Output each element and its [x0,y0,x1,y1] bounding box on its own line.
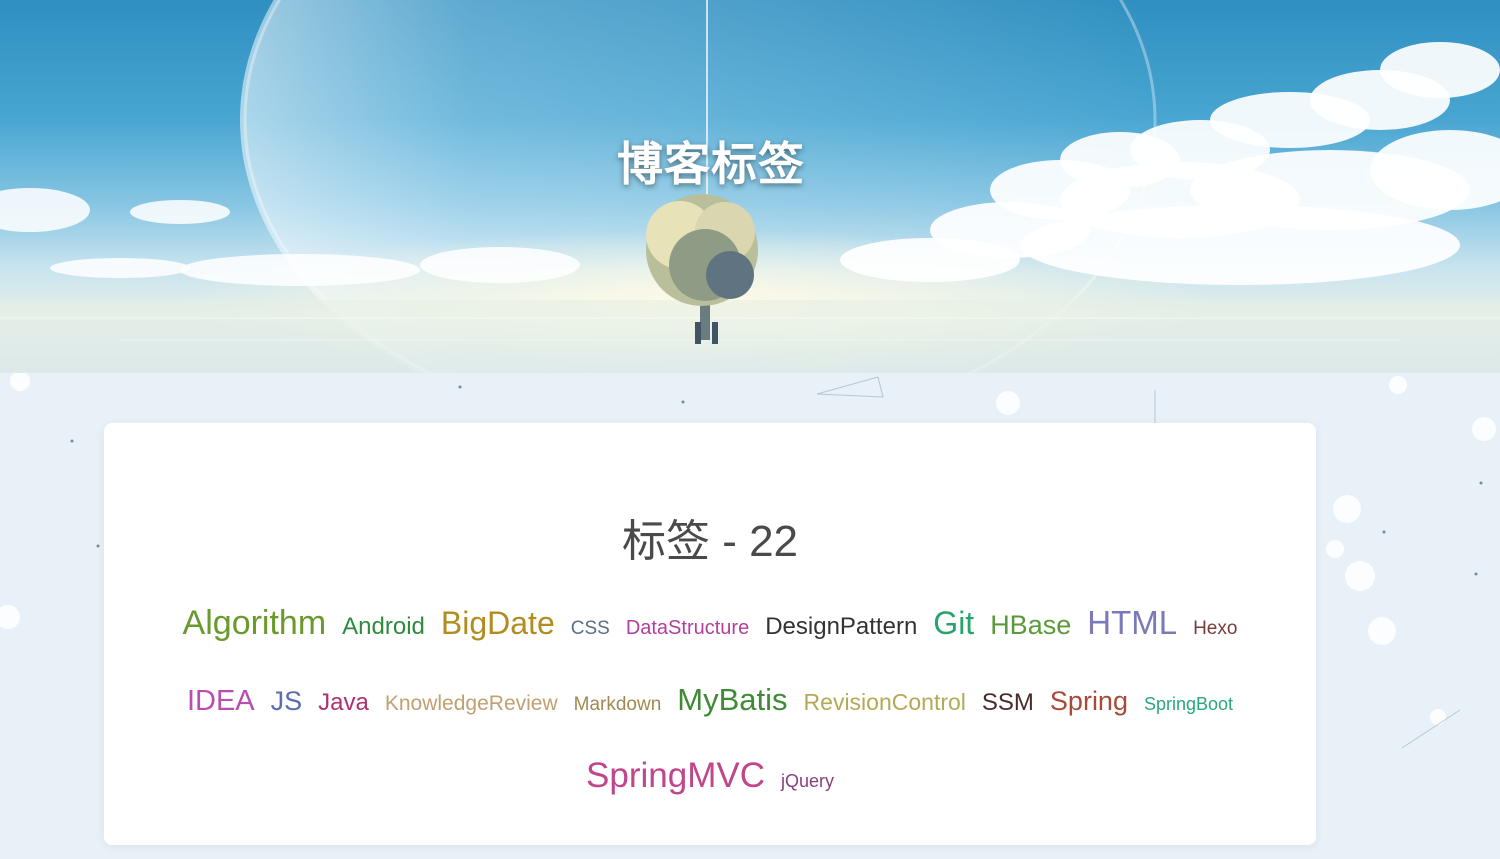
tag-link[interactable]: CSS [571,594,610,664]
tag-link[interactable]: SSM [982,668,1034,738]
tags-count-heading: 标签 - 22 [621,517,799,566]
tags-card: 标签 - 22 Algorithm Android BigDate CSS DataSt… [104,423,1316,845]
tag-link[interactable]: KnowledgeReview [385,669,558,739]
hero-banner: 博客标签 [0,0,1500,373]
tag-link[interactable]: jQuery [781,746,834,816]
hero-title: 博客标签 [617,137,805,191]
tag-link[interactable]: Git [933,588,974,658]
tag-link[interactable]: RevisionControl [804,667,966,737]
tag-link[interactable]: Android [342,592,425,662]
tag-link[interactable]: JS [271,666,303,736]
tag-link[interactable]: Java [318,668,369,738]
tag-link[interactable]: Markdown [574,670,662,740]
tag-link[interactable]: IDEA [187,666,255,736]
tag-link[interactable]: Hexo [1193,594,1237,664]
tag-link[interactable]: SpringBoot [1144,669,1233,739]
tag-link[interactable]: MyBatis [677,665,787,735]
tag-link[interactable]: DesignPattern [765,592,917,662]
tag-cloud: Algorithm Android BigDate CSS DataStructure D… [144,588,1276,818]
tag-link[interactable]: HBase [990,590,1071,660]
tag-link[interactable]: Algorithm [183,588,327,658]
tag-link[interactable]: SpringMVC [586,741,765,811]
tag-link[interactable]: HTML [1087,588,1177,658]
tag-link[interactable]: DataStructure [626,593,749,663]
tag-link[interactable]: BigDate [441,588,555,658]
tag-link[interactable]: Spring [1050,666,1128,736]
